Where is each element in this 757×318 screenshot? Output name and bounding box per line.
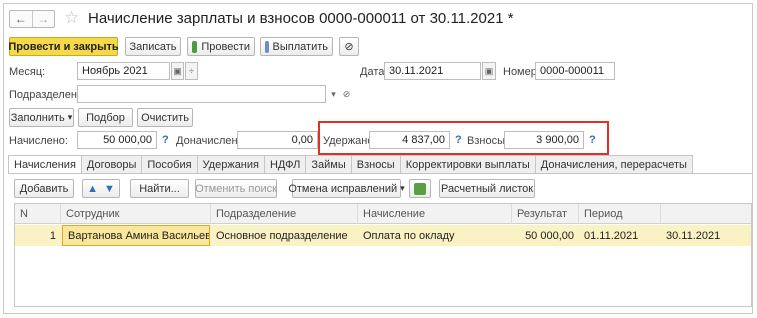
fill-dropdown-icon: ▾ <box>67 112 73 122</box>
month-stepper-icon[interactable]: ÷ <box>185 62 198 80</box>
month-label: Месяц: <box>9 66 46 78</box>
table-header: N Сотрудник Подразделение Начисление Рез… <box>15 204 751 224</box>
clear-label: Очистить <box>141 111 189 124</box>
open-link-icon[interactable]: ⊘ <box>340 85 353 103</box>
clear-button[interactable]: Очистить <box>137 108 193 127</box>
navigation-buttons: ← → <box>9 10 55 28</box>
select-button[interactable]: Подбор <box>78 108 133 127</box>
accrued-field: 50 000,00 <box>77 131 157 149</box>
paperclip-icon: ⊘ <box>344 41 354 53</box>
tab-contracts[interactable]: Договоры <box>81 155 143 174</box>
additional-field: 0,00 <box>237 131 318 149</box>
document-title: Начисление зарплаты и взносов 0000-00001… <box>88 10 514 27</box>
pay-label: Выплатить <box>272 40 328 53</box>
move-rows-buttons[interactable]: ▲ ▼ <box>82 179 120 198</box>
department-field[interactable] <box>77 85 326 103</box>
save-label: Записать <box>129 40 177 53</box>
tab-divider <box>8 173 752 174</box>
back-arrow-icon[interactable]: ← <box>10 11 32 27</box>
row-department[interactable]: Основное подразделение <box>211 225 358 246</box>
withheld-help-icon[interactable]: ? <box>455 134 462 146</box>
pay-icon <box>265 40 269 53</box>
accrued-help-icon[interactable]: ? <box>162 134 169 146</box>
column-header-employee[interactable]: Сотрудник <box>61 204 211 224</box>
move-down-icon[interactable]: ▼ <box>104 183 115 195</box>
row-number: 1 <box>49 229 56 242</box>
post-and-close-button[interactable]: Провести и закрыть <box>8 37 119 56</box>
post-button[interactable]: Провести <box>187 37 255 56</box>
row-period-end[interactable]: 30.11.2021 <box>661 225 751 246</box>
date-calendar-icon[interactable]: ▣ <box>482 62 496 80</box>
column-header-department[interactable]: Подразделение <box>211 204 358 224</box>
document-tabs: Начисления Договоры Пособия Удержания НД… <box>8 155 693 174</box>
cancel-corrections-label: Отмена исправлений <box>288 182 398 195</box>
column-header-n[interactable]: N <box>15 204 61 224</box>
post-doc-icon <box>192 40 198 53</box>
calendar-icon[interactable]: ▣ <box>171 62 184 80</box>
contributions-field: 3 900,00 <box>504 131 584 149</box>
select-label: Подбор <box>86 111 125 124</box>
tab-ndfl[interactable]: НДФЛ <box>264 155 307 174</box>
forward-arrow-icon[interactable]: → <box>31 11 55 27</box>
tab-benefits[interactable]: Пособия <box>142 155 198 174</box>
accruals-table: N Сотрудник Подразделение Начисление Рез… <box>14 203 752 307</box>
cancel-search-label: Отменить поиск <box>195 182 277 195</box>
pay-button[interactable]: Выплатить <box>260 37 333 56</box>
find-label: Найти... <box>139 182 180 195</box>
tab-recalculations[interactable]: Доначисления, перерасчеты <box>535 155 693 174</box>
month-field[interactable]: Ноябрь 2021 <box>77 62 170 80</box>
fill-button[interactable]: Заполнить ▾ <box>9 108 74 127</box>
column-header-accrual[interactable]: Начисление <box>358 204 512 224</box>
accrued-label: Начислено: <box>9 135 68 147</box>
payslip-label: Расчетный листок <box>440 182 534 195</box>
tab-accruals[interactable]: Начисления <box>8 155 82 174</box>
tab-loans[interactable]: Займы <box>306 155 352 174</box>
find-button[interactable]: Найти... <box>130 179 189 198</box>
payslip-button[interactable]: Расчетный листок <box>439 179 535 198</box>
number-field[interactable]: 0000-000011 <box>535 62 615 80</box>
row-period-start[interactable]: 01.11.2021 <box>579 225 661 246</box>
column-header-result[interactable]: Результат <box>512 204 579 224</box>
export-button[interactable] <box>409 179 431 198</box>
fill-label: Заполнить <box>10 111 65 124</box>
post-label: Провести <box>201 40 250 53</box>
column-header-period-end[interactable] <box>661 204 751 224</box>
contributions-label: Взносы: <box>467 135 509 147</box>
add-row-button[interactable]: Добавить <box>14 179 74 198</box>
post-and-close-label: Провести и закрыть <box>8 40 119 53</box>
cancel-search-button[interactable]: Отменить поиск <box>195 179 277 198</box>
save-button[interactable]: Записать <box>125 37 181 56</box>
export-table-icon <box>414 182 426 195</box>
cancel-corrections-button[interactable]: Отмена исправлений ▾ <box>288 179 405 198</box>
column-header-period[interactable]: Период <box>579 204 661 224</box>
row-result[interactable]: 50 000,00 <box>512 225 579 246</box>
row-accrual[interactable]: Оплата по окладу <box>358 225 512 246</box>
dropdown-arrow-icon[interactable]: ▾ <box>327 85 340 103</box>
table-row[interactable]: 1 Вартанова Амина Васильевна Основное по… <box>15 225 751 246</box>
add-row-label: Добавить <box>19 182 69 195</box>
tab-payment-adjustments[interactable]: Корректировки выплаты <box>400 155 536 174</box>
date-field[interactable]: 30.11.2021 <box>384 62 481 80</box>
move-up-icon[interactable]: ▲ <box>87 183 98 195</box>
contributions-help-icon[interactable]: ? <box>589 134 596 146</box>
tab-deductions[interactable]: Удержания <box>197 155 265 174</box>
tab-contributions[interactable]: Взносы <box>351 155 401 174</box>
withheld-field: 4 837,00 <box>369 131 450 149</box>
attach-button[interactable]: ⊘ <box>339 37 359 56</box>
cancel-corrections-dropdown-icon: ▾ <box>400 183 405 193</box>
row-employee[interactable]: Вартанова Амина Васильевна <box>62 225 210 246</box>
favorite-star-icon[interactable]: ☆ <box>64 8 79 28</box>
